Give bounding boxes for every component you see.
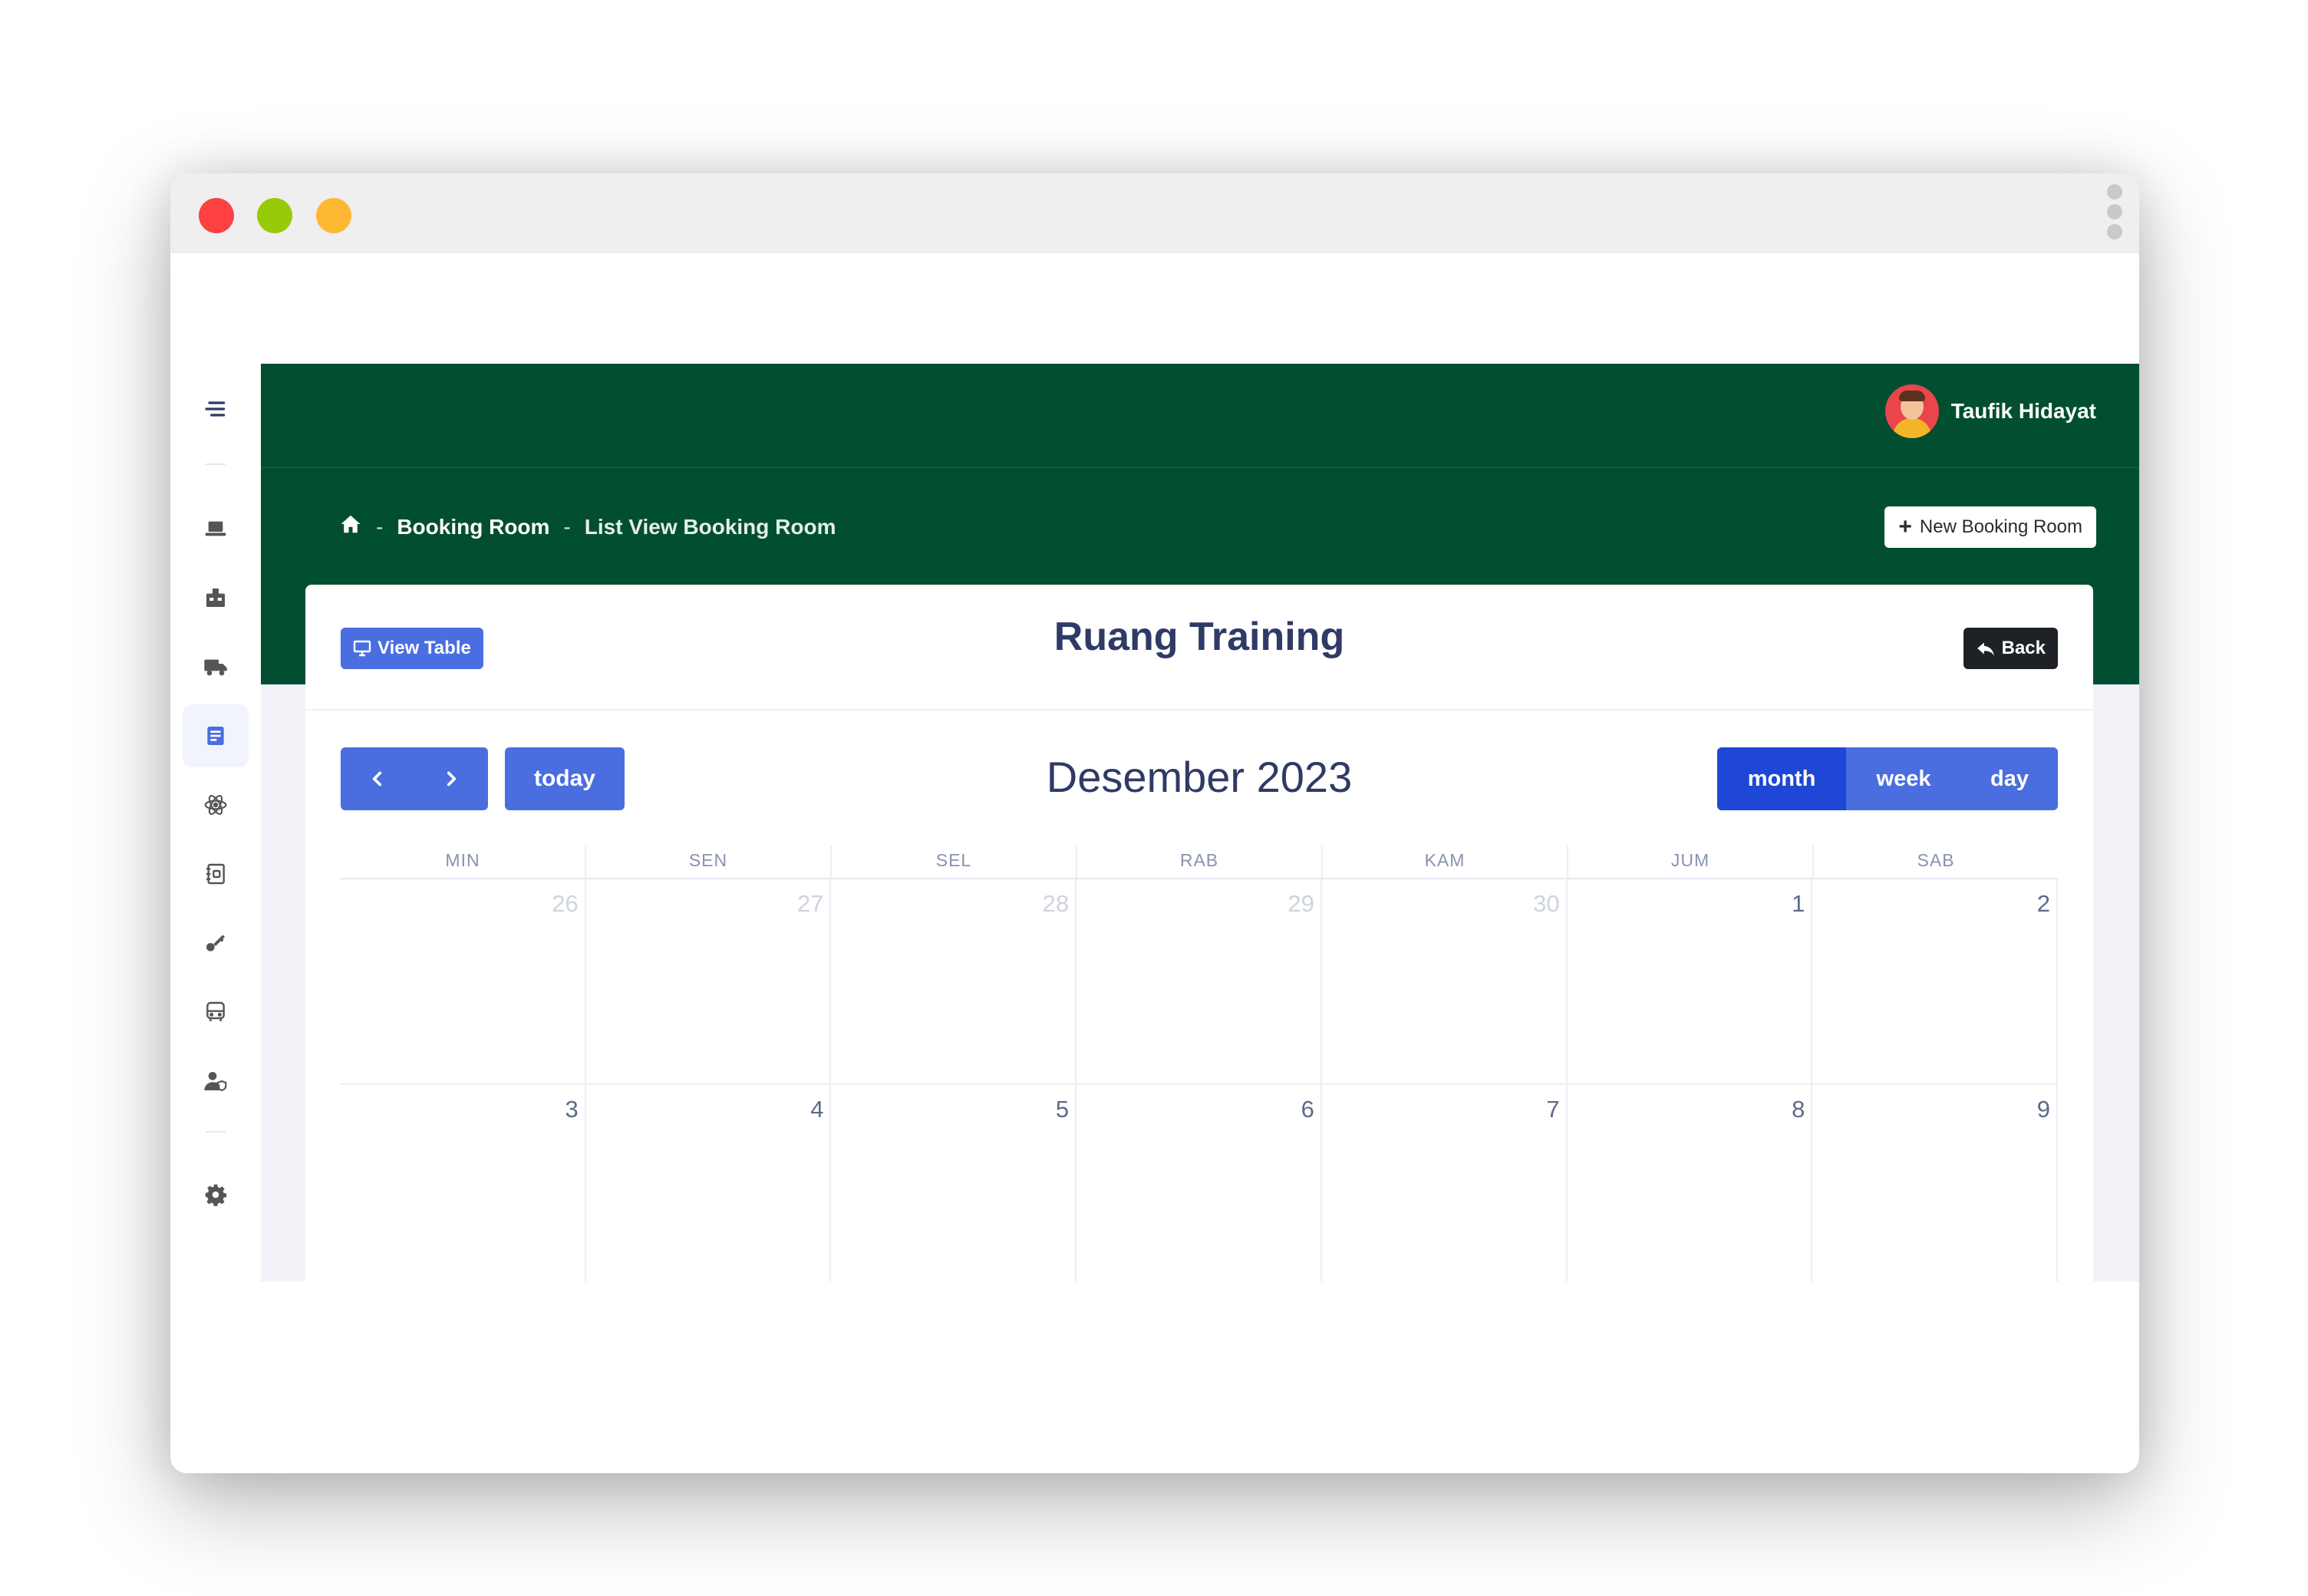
day-cell[interactable]: 5	[831, 1085, 1077, 1281]
day-cell[interactable]: 1	[1568, 879, 1813, 1083]
next-month-button[interactable]	[414, 747, 488, 810]
window-menu-icon[interactable]	[2107, 184, 2124, 246]
weekday-label: SAB	[1917, 850, 1955, 870]
month-grid: MIN SEN SEL RAB KAM JUM SAB 26 27 28 29 …	[341, 846, 2059, 1281]
sidebar-item-settings[interactable]	[183, 1163, 249, 1226]
page-viewport: Taufik Hidayat - Booking Room - List Vie…	[170, 253, 2139, 1473]
chevron-right-icon	[447, 771, 457, 786]
bus-icon	[206, 1001, 225, 1021]
weekday-label: JUM	[1568, 846, 1814, 878]
calendar-view-switcher: month week day	[1717, 747, 2058, 810]
weekday-label: KAM	[1323, 846, 1568, 878]
chevron-left-icon	[372, 771, 382, 786]
sidebar-item-dashboard[interactable]	[183, 566, 249, 629]
reply-icon	[1977, 642, 1994, 656]
day-cell[interactable]: 27	[586, 879, 832, 1083]
minimize-window-button[interactable]	[257, 198, 292, 233]
sidebar-item-booking[interactable]	[183, 704, 249, 767]
key-icon	[206, 935, 225, 951]
weekday-label: MIN	[341, 846, 586, 878]
calendar-nav-group	[341, 747, 488, 810]
weekday-label: RAB	[1077, 846, 1323, 878]
header-divider	[261, 467, 2139, 468]
back-label: Back	[2001, 638, 2046, 658]
truck-icon	[204, 659, 227, 676]
sidebar-divider	[206, 463, 226, 465]
document-list-icon	[207, 727, 224, 745]
sidebar-divider	[206, 1131, 226, 1133]
atom-icon	[204, 795, 227, 815]
laptop-icon	[205, 521, 226, 536]
avatar	[1884, 384, 1939, 438]
breadcrumb: - Booking Room - List View Booking Room	[339, 513, 836, 541]
day-cell[interactable]: 2	[1812, 879, 2059, 1083]
day-cell[interactable]: 26	[341, 879, 586, 1083]
weekday-label: SEL	[832, 846, 1077, 878]
new-booking-room-label: New Booking Room	[1919, 516, 2082, 537]
sidebar-item-contacts[interactable]	[183, 843, 249, 905]
view-table-label: View Table	[378, 638, 471, 658]
breadcrumb-separator: -	[376, 514, 384, 539]
breadcrumb-separator: -	[563, 514, 571, 539]
card-header: Ruang Training View Table Back	[305, 585, 2093, 711]
dashboard-icon	[206, 589, 225, 607]
sidebar	[170, 364, 261, 1281]
prev-month-button[interactable]	[341, 747, 414, 810]
week-view-button[interactable]: week	[1846, 747, 1961, 810]
day-cell[interactable]: 29	[1077, 879, 1322, 1083]
day-cell[interactable]: 6	[1077, 1085, 1322, 1281]
week-row: 26 27 28 29 30 1 2	[341, 879, 2059, 1085]
month-view-button[interactable]: month	[1717, 747, 1846, 810]
day-view-button[interactable]: day	[1961, 747, 2058, 810]
maximize-window-button[interactable]	[316, 198, 351, 233]
monitor-icon	[353, 640, 371, 657]
user-menu[interactable]: Taufik Hidayat	[1884, 384, 2096, 439]
view-table-button[interactable]: View Table	[341, 628, 483, 669]
day-cell[interactable]: 7	[1322, 1085, 1568, 1281]
contact-book-icon	[206, 863, 225, 885]
day-cell[interactable]: 30	[1322, 879, 1568, 1083]
gear-icon	[205, 1184, 227, 1206]
sidebar-toggle-button[interactable]	[183, 378, 249, 440]
sidebar-item-user-access[interactable]	[183, 1050, 249, 1113]
weekday-header: MIN SEN SEL RAB KAM JUM SAB	[341, 846, 2058, 879]
app-content: Taufik Hidayat - Booking Room - List Vie…	[261, 364, 2139, 1281]
day-cell[interactable]: 9	[1812, 1085, 2059, 1281]
plus-icon: +	[1898, 514, 1912, 539]
window-titlebar	[170, 173, 2139, 253]
back-button[interactable]: Back	[1963, 628, 2058, 669]
home-icon[interactable]	[339, 513, 362, 541]
day-cell[interactable]: 3	[341, 1085, 586, 1281]
calendar-card: Ruang Training View Table Back Desember …	[305, 585, 2093, 1281]
calendar-toolbar: Desember 2023 today month week day	[341, 747, 2058, 810]
weekday-label: SEN	[586, 846, 832, 878]
menu-icon	[205, 401, 226, 417]
sidebar-item-transport[interactable]	[183, 981, 249, 1044]
breadcrumb-booking-room[interactable]: Booking Room	[397, 515, 549, 539]
desktop: Taufik Hidayat - Booking Room - List Vie…	[0, 0, 2308, 1596]
user-shield-icon	[204, 1072, 227, 1092]
close-window-button[interactable]	[199, 198, 234, 233]
sidebar-item-science[interactable]	[183, 773, 249, 836]
day-cell[interactable]: 4	[586, 1085, 832, 1281]
browser-window: Taufik Hidayat - Booking Room - List Vie…	[170, 173, 2139, 1473]
sidebar-item-keys[interactable]	[183, 912, 249, 974]
sidebar-item-delivery[interactable]	[183, 635, 249, 698]
week-row: 3 4 5 6 7 8 9	[341, 1085, 2059, 1281]
day-cell[interactable]: 28	[831, 879, 1077, 1083]
user-name: Taufik Hidayat	[1950, 399, 2096, 423]
new-booking-room-button[interactable]: + New Booking Room	[1884, 506, 2096, 548]
day-cell[interactable]: 8	[1568, 1085, 1813, 1281]
today-button[interactable]: today	[505, 747, 625, 810]
page-title: Ruang Training	[1053, 615, 1345, 659]
breadcrumb-current: List View Booking Room	[584, 514, 836, 539]
sidebar-item-laptop[interactable]	[183, 497, 249, 560]
